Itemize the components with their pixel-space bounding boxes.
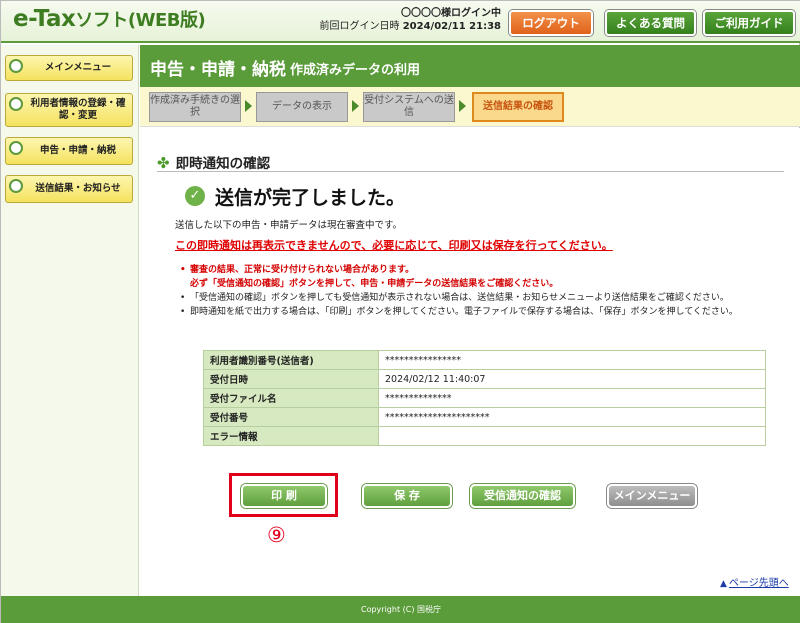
sidebar-item-label: 申告・申請・納税 — [39, 145, 116, 156]
logo-suffix: ソフト(WEB版) — [75, 10, 206, 31]
guide-button[interactable]: ご利用ガイド — [703, 10, 795, 36]
divider — [157, 171, 784, 172]
note-item: 「受信通知の確認」ボタンを押しても受信通知が表示されない場合は、送信結果・お知ら… — [180, 291, 795, 305]
receipt-confirm-button[interactable]: 受信通知の確認 — [470, 484, 575, 508]
sidebar-item-label: 利用者情報の登録・確認・変更 — [30, 98, 126, 121]
table-row: 受付日時 2024/02/12 11:40:07 — [203, 369, 766, 389]
step-select-procedure: 作成済み手続きの選択 — [149, 92, 241, 122]
last-login-label: 前回ログイン日時 — [319, 21, 400, 32]
faq-button[interactable]: よくある質問 — [605, 10, 696, 36]
table-cell: **************** — [378, 350, 766, 370]
sidebar-item-user-info[interactable]: 利用者情報の登録・確認・変更 — [5, 93, 133, 127]
table-row: 受付ファイル名 ************** — [203, 388, 766, 408]
notes-list: 審査の結果、正常に受け付けられない場合があります。必ず「受信通知の確認」ボタンを… — [180, 263, 795, 319]
intro-text: 送信した以下の申告・申請データは現在審査中です。 — [175, 220, 403, 231]
step-confirm-result: 送信結果の確認 — [472, 92, 564, 122]
last-login-value: 2024/02/11 21:38 — [402, 21, 501, 32]
step-display-data: データの表示 — [256, 92, 348, 122]
sidebar: メインメニュー 利用者情報の登録・確認・変更 申告・申請・納税 送信結果・お知ら… — [1, 45, 139, 596]
section-title-text: 即時通知の確認 — [175, 156, 271, 172]
step-progress: 作成済み手続きの選択 データの表示 受付システムへの送信 送信結果の確認 — [140, 87, 800, 127]
logout-button[interactable]: ログアウト — [509, 10, 593, 36]
clover-icon: ✤ — [157, 154, 170, 172]
sidebar-item-label: メインメニュー — [44, 62, 112, 73]
app-header: e-Taxソフト(WEB版) 〇〇〇〇様ログイン中 前回ログイン日時 2024/… — [1, 1, 800, 43]
table-header-cell: 受付番号 — [203, 407, 379, 427]
table-header-cell: 受付日時 — [203, 369, 379, 389]
step-arrow-icon — [352, 100, 359, 112]
app-logo: e-Taxソフト(WEB版) — [13, 6, 206, 32]
table-header-cell: 利用者識別番号(送信者) — [203, 350, 379, 370]
page-title: 申告・申請・納税 — [150, 60, 286, 80]
search-icon — [9, 141, 23, 155]
table-cell: ********************** — [378, 407, 766, 427]
step-label: データの表示 — [272, 101, 332, 112]
sidebar-item-label: 送信結果・お知らせ — [35, 183, 121, 194]
table-row: エラー情報 — [203, 426, 766, 446]
warning-text: この即時通知は再表示できませんので、必要に応じて、印刷又は保存を行ってください。 — [175, 239, 613, 252]
page-subtitle: 作成済みデータの利用 — [290, 63, 421, 78]
section-title: ✤ 即時通知の確認 — [157, 152, 270, 172]
sidebar-item-filing[interactable]: 申告・申請・納税 — [5, 137, 133, 165]
sidebar-item-main-menu[interactable]: メインメニュー — [5, 55, 133, 81]
note-text: 「受信通知の確認」ボタンを押しても受信通知が表示されない場合は、送信結果・お知ら… — [190, 293, 729, 303]
table-cell — [378, 426, 766, 446]
step-send: 受付システムへの送信 — [363, 92, 455, 122]
step-label: 作成済み手続きの選択 — [150, 95, 240, 118]
sidebar-item-results[interactable]: 送信結果・お知らせ — [5, 175, 133, 203]
table-row: 利用者識別番号(送信者) **************** — [203, 350, 766, 370]
note-text: 即時通知を紙で出力する場合は、「印刷」ボタンを押してください。電子ファイルで保存… — [190, 307, 738, 317]
login-info: 〇〇〇〇様ログイン中 前回ログイン日時 2024/02/11 21:38 — [301, 7, 501, 33]
app-window: e-Taxソフト(WEB版) 〇〇〇〇様ログイン中 前回ログイン日時 2024/… — [0, 0, 800, 623]
notice-icon — [9, 179, 23, 193]
page-header: 申告・申請・納税 作成済みデータの利用 — [140, 45, 800, 87]
table-row: 受付番号 ********************** — [203, 407, 766, 427]
table-header-cell: 受付ファイル名 — [203, 388, 379, 408]
receipt-info-table: 利用者識別番号(送信者) **************** 受付日時 2024/02… — [203, 350, 766, 446]
table-cell: 2024/02/12 11:40:07 — [378, 369, 766, 389]
note-text: 必ず「受信通知の確認」ボタンを押して、申告・申請データの送信結果をご確認ください… — [190, 279, 559, 289]
main-content: ✤ 即時通知の確認 ✓ 送信が完了しました。 送信した以下の申告・申請データは現在… — [140, 128, 800, 596]
step-label: 送信結果の確認 — [483, 101, 553, 112]
save-button[interactable]: 保 存 — [362, 484, 452, 508]
logo-main: e-Tax — [13, 6, 76, 32]
note-item: 審査の結果、正常に受け付けられない場合があります。必ず「受信通知の確認」ボタンを… — [180, 263, 795, 291]
note-text: 審査の結果、正常に受け付けられない場合があります。 — [190, 265, 415, 275]
page-top-link[interactable]: ▲ ページ先頭へ — [720, 574, 789, 589]
home-icon — [9, 59, 23, 73]
arrow-up-icon: ▲ — [720, 579, 727, 589]
step-label: 受付システムへの送信 — [364, 95, 454, 118]
step-annotation: ⑨ — [267, 523, 286, 547]
note-item: 即時通知を紙で出力する場合は、「印刷」ボタンを押してください。電子ファイルで保存… — [180, 305, 795, 319]
login-user-name: 〇〇〇〇様ログイン中 — [401, 8, 501, 19]
step-arrow-icon — [459, 100, 466, 112]
check-icon: ✓ — [185, 186, 205, 206]
page-top-label: ページ先頭へ — [728, 578, 789, 589]
completion-message: 送信が完了しました。 — [215, 187, 406, 209]
user-settings-icon — [9, 97, 23, 111]
copyright-text: Copyright (C) 国税庁 — [360, 605, 441, 614]
footer: Copyright (C) 国税庁 — [1, 596, 800, 623]
step-arrow-icon — [245, 100, 252, 112]
table-cell: ************** — [378, 388, 766, 408]
table-header-cell: エラー情報 — [203, 426, 379, 446]
main-menu-button[interactable]: メインメニュー — [607, 484, 697, 508]
print-highlight-box — [229, 473, 338, 517]
